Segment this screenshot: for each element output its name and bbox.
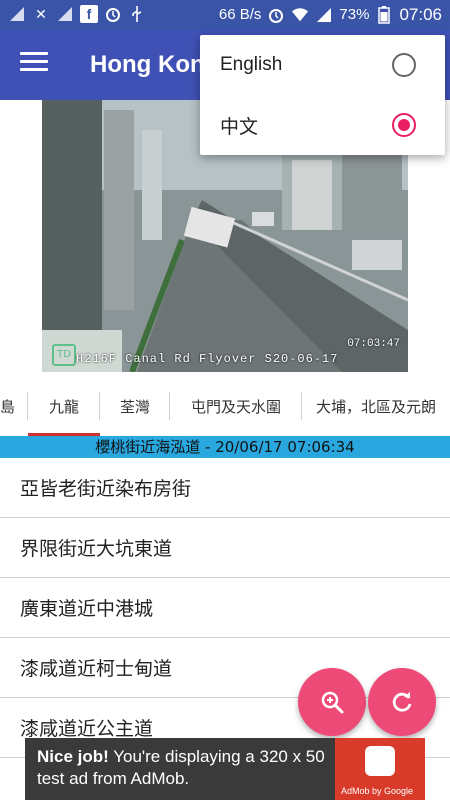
tab-label: 島 (0, 397, 16, 416)
tab-kowloon[interactable]: 九龍 (28, 380, 100, 437)
clock: 07:06 (399, 5, 442, 24)
language-option-chinese[interactable]: 中文 (200, 95, 445, 155)
refresh-button[interactable] (368, 668, 436, 736)
signal-icon (8, 5, 26, 23)
camera-logo-icon: TD (52, 344, 76, 366)
language-option-label: English (220, 54, 283, 75)
list-item-label: 廣東道近中港城 (20, 598, 154, 620)
menu-icon[interactable] (20, 52, 48, 78)
tab-island[interactable]: 島 (0, 380, 28, 432)
radio-unchecked-icon[interactable] (392, 53, 416, 77)
status-icons-left: ✕ f (8, 5, 146, 23)
ad-brand: AdMob by Google (341, 786, 414, 796)
battery-percent: 73% (339, 6, 370, 23)
alarm-icon (104, 5, 122, 23)
tab-label: 荃灣 (119, 397, 150, 416)
tab-label: 屯門及天水圍 (190, 397, 281, 416)
refresh-icon (392, 692, 412, 712)
zoom-in-icon (321, 691, 344, 714)
list-item[interactable]: 界限街近大坑東道 (0, 518, 450, 578)
tab-tuen-mun[interactable]: 屯門及天水圍 (170, 380, 302, 432)
list-item-label: 漆咸道近柯士甸道 (20, 658, 173, 680)
tab-label: 大埔，北區及元朗 (315, 397, 436, 416)
ad-text: Nice job! You're displaying a 320 x 50 t… (37, 746, 342, 790)
language-option-label: 中文 (220, 116, 259, 138)
facebook-icon: f (80, 5, 98, 23)
tab-tsuen-wan[interactable]: 荃灣 (100, 380, 170, 432)
alarm-icon (267, 6, 285, 24)
signal-alert-icon (56, 5, 74, 23)
usb-icon (128, 5, 146, 23)
tab-tai-po[interactable]: 大埔，北區及元朗 (302, 380, 450, 432)
admob-logo: AdMob by Google (335, 738, 425, 800)
battery-icon (375, 6, 393, 24)
ad-banner[interactable]: Nice job! You're displaying a 320 x 50 t… (25, 738, 425, 800)
zoom-button[interactable] (298, 668, 366, 736)
wifi-icon (291, 6, 309, 24)
camera-caption: H216F Canal Rd Flyover S20-06-17 (76, 352, 339, 366)
list-item[interactable]: 亞皆老街近染布房街 (0, 458, 450, 518)
list-item-label: 界限街近大坑東道 (20, 538, 173, 560)
close-notification-icon: ✕ (35, 5, 47, 22)
language-menu: English 中文 (200, 35, 445, 155)
tab-label: 九龍 (48, 397, 79, 416)
language-option-english[interactable]: English (200, 35, 445, 95)
ad-headline: Nice job! (37, 747, 109, 766)
status-bar: ✕ f 66 B/s 73% 07:06 (0, 0, 450, 30)
list-item[interactable]: 廣東道近中港城 (0, 578, 450, 638)
region-tabs: 島 九龍 荃灣 屯門及天水圍 大埔，北區及元朗 (0, 380, 450, 437)
net-speed: 66 B/s (218, 6, 262, 23)
status-icons-right: 66 B/s 73% 07:06 (219, 5, 442, 25)
location-banner: 櫻桃街近海泓道 - 20/06/17 07:06:34 (0, 436, 450, 458)
camera-timestamp: 07:03:47 (347, 338, 400, 350)
admob-icon (365, 746, 395, 776)
radio-checked-icon[interactable] (392, 113, 416, 137)
signal-icon (315, 6, 333, 24)
list-item-label: 亞皆老街近染布房街 (20, 478, 192, 500)
list-item-label: 漆咸道近公主道 (20, 718, 154, 740)
